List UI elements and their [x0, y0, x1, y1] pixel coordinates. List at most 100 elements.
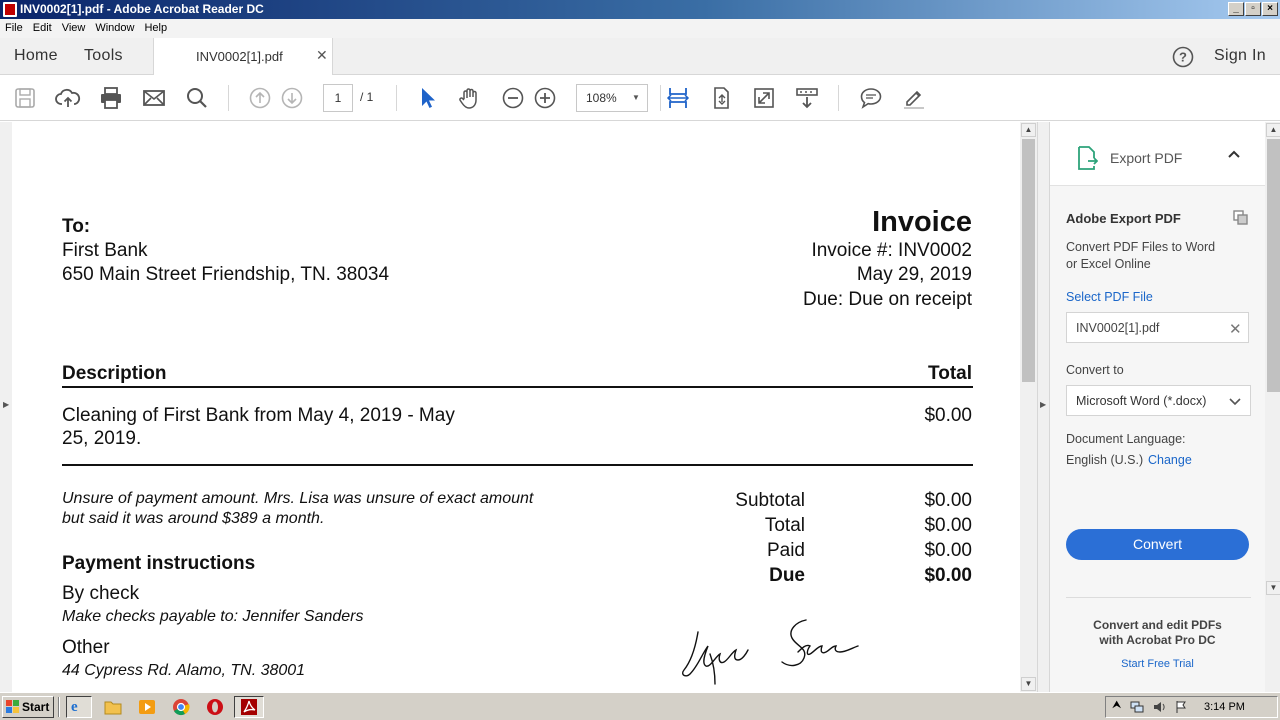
menu-view[interactable]: View — [62, 22, 86, 34]
system-tray: ⮝ 3:14 PM — [1105, 696, 1278, 718]
document-scrollbar[interactable]: ▲ ▼ — [1020, 122, 1037, 692]
menu-help[interactable]: Help — [144, 22, 167, 34]
line-item-description-1: Cleaning of First Bank from May 4, 2019 … — [62, 405, 455, 426]
chrome-taskbar-icon[interactable] — [172, 698, 190, 716]
header-rule — [62, 386, 973, 388]
to-label: To: — [62, 216, 91, 237]
payment-heading: Payment instructions — [62, 553, 256, 574]
highlight-pen-icon[interactable] — [901, 85, 927, 111]
cloud-upload-icon[interactable] — [55, 85, 81, 111]
page-total: / 1 — [360, 90, 374, 104]
selected-file-name: INV0002[1].pdf — [1076, 321, 1160, 335]
scroll-thumb[interactable] — [1022, 139, 1035, 382]
print-icon[interactable] — [98, 85, 124, 111]
tab-bar: Home Tools INV0002[1].pdf ✕ ? Sign In — [0, 38, 1280, 76]
payment-other: Other — [62, 637, 110, 658]
summary-label-paid: Paid — [766, 540, 805, 561]
ie-taskbar-icon[interactable]: e — [66, 696, 92, 718]
windows-logo-icon — [6, 700, 20, 714]
line-item-total: $0.00 — [924, 405, 972, 426]
tab-document[interactable]: INV0002[1].pdf ✕ — [153, 38, 333, 76]
zoom-in-icon[interactable] — [532, 85, 558, 111]
summary-value-due: $0.00 — [924, 565, 972, 586]
close-tab-icon[interactable]: ✕ — [316, 47, 328, 64]
hand-tool-icon[interactable] — [457, 85, 483, 111]
chevron-up-icon[interactable] — [1227, 148, 1241, 160]
comment-icon[interactable] — [858, 85, 884, 111]
pane-scroll-down-arrow[interactable]: ▼ — [1266, 581, 1280, 595]
fit-width-icon[interactable] — [665, 85, 691, 111]
sign-in-link[interactable]: Sign In — [1214, 47, 1266, 65]
full-screen-icon[interactable] — [751, 85, 777, 111]
note-line-2: but said it was around $389 a month. — [62, 510, 325, 527]
select-cursor-icon[interactable] — [414, 85, 440, 111]
clear-file-icon[interactable]: ✕ — [1229, 320, 1242, 338]
folder-taskbar-icon[interactable] — [104, 699, 122, 715]
help-icon[interactable]: ? — [1172, 46, 1194, 68]
expand-left-pane-icon[interactable]: ▶ — [3, 400, 9, 409]
volume-icon[interactable] — [1152, 700, 1166, 714]
network-icon[interactable] — [1130, 700, 1144, 714]
column-description: Description — [62, 363, 167, 384]
select-pdf-file-link[interactable]: Select PDF File — [1066, 290, 1153, 304]
zoom-out-icon[interactable] — [500, 85, 526, 111]
check-payable-note: Make checks payable to: Jennifer Sanders — [62, 608, 364, 625]
line-item-description-2: 25, 2019. — [62, 428, 142, 449]
convert-button[interactable]: Convert — [1066, 529, 1249, 560]
tab-home[interactable]: Home — [14, 47, 58, 65]
title-bar: INV0002[1].pdf - Adobe Acrobat Reader DC… — [0, 0, 1280, 19]
page-number-input[interactable]: 1 — [323, 84, 353, 112]
acrobat-app-icon — [3, 2, 17, 17]
summary-value-total: $0.00 — [924, 515, 972, 536]
signature-image — [680, 612, 890, 692]
email-icon[interactable] — [141, 85, 167, 111]
invoice-number: Invoice #: INV0002 — [811, 240, 972, 261]
copy-icon[interactable] — [1233, 210, 1249, 226]
change-language-link[interactable]: Change — [1148, 453, 1192, 467]
column-total: Total — [928, 363, 972, 384]
format-select[interactable]: Microsoft Word (*.docx) — [1066, 385, 1251, 416]
selected-file-field[interactable]: INV0002[1].pdf ✕ — [1066, 312, 1249, 343]
opera-taskbar-icon[interactable] — [206, 698, 224, 716]
minimize-button[interactable]: _ — [1228, 2, 1244, 16]
acrobat-taskbar-button[interactable] — [234, 696, 264, 718]
convert-to-label: Convert to — [1066, 363, 1124, 377]
collapse-right-pane-icon[interactable]: ▶ — [1040, 400, 1046, 409]
scroll-up-arrow[interactable]: ▲ — [1021, 123, 1036, 137]
document-language-label: Document Language: — [1066, 432, 1186, 446]
svg-text:?: ? — [1179, 50, 1187, 65]
other-address: 44 Cypress Rd. Alamo, TN. 38001 — [62, 662, 306, 679]
tab-tools[interactable]: Tools — [84, 47, 123, 65]
scroll-mode-icon[interactable] — [794, 85, 820, 111]
previous-page-icon[interactable] — [247, 85, 273, 111]
media-player-taskbar-icon[interactable] — [138, 699, 156, 715]
pane-scrollbar[interactable]: ▲ ▼ — [1265, 122, 1280, 692]
rotate-view-icon[interactable] — [708, 85, 734, 111]
menu-edit[interactable]: Edit — [33, 22, 52, 34]
items-rule — [62, 464, 973, 466]
start-button[interactable]: Start — [2, 696, 54, 718]
adobe-export-title: Adobe Export PDF — [1066, 211, 1181, 226]
document-view[interactable]: To: First Bank 650 Main Street Friendshi… — [12, 122, 1020, 692]
note-line-1: Unsure of payment amount. Mrs. Lisa was … — [62, 490, 534, 507]
flag-icon[interactable] — [1174, 700, 1188, 714]
zoom-select[interactable]: 108% ▼ — [576, 84, 648, 112]
pane-scroll-thumb[interactable] — [1267, 139, 1280, 392]
summary-value-paid: $0.00 — [924, 540, 972, 561]
summary-label-due: Due — [769, 565, 805, 586]
pane-scroll-up-arrow[interactable]: ▲ — [1266, 123, 1280, 137]
tray-expand-icon[interactable]: ⮝ — [1112, 699, 1121, 712]
close-window-button[interactable]: × — [1262, 2, 1278, 16]
pane-divider — [1066, 597, 1251, 598]
summary-label-subtotal: Subtotal — [735, 490, 805, 511]
search-icon[interactable] — [184, 85, 210, 111]
next-page-icon[interactable] — [279, 85, 305, 111]
invoice-title: Invoice — [872, 206, 972, 238]
menu-file[interactable]: File — [5, 22, 23, 34]
export-pdf-header[interactable]: Export PDF — [1050, 122, 1265, 186]
save-icon[interactable] — [12, 85, 38, 111]
start-free-trial-link[interactable]: Start Free Trial — [1050, 658, 1265, 670]
maximize-button[interactable]: ▫ — [1245, 2, 1261, 16]
scroll-down-arrow[interactable]: ▼ — [1021, 677, 1036, 691]
menu-window[interactable]: Window — [95, 22, 134, 34]
